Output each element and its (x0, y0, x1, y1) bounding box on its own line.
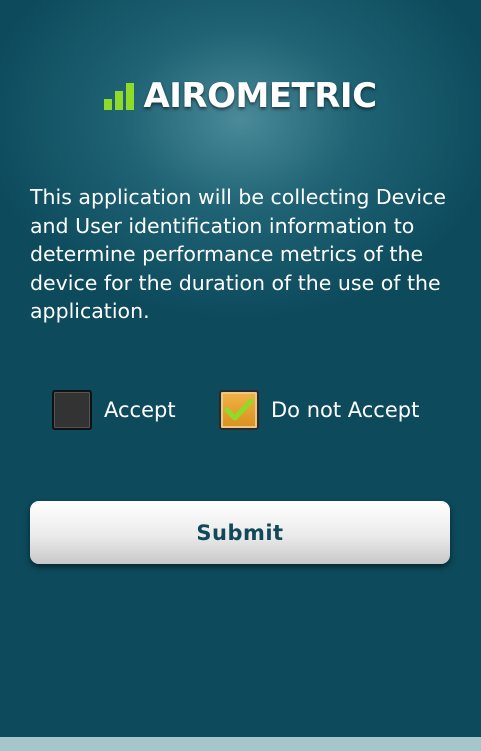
do-not-accept-label: Do not Accept (271, 398, 420, 422)
consent-message: This application will be collecting Devi… (30, 185, 446, 324)
app-title: AIROMETRIC (143, 76, 377, 116)
app-brand: AIROMETRIC (0, 76, 481, 116)
do-not-accept-option[interactable]: Do not Accept (219, 390, 419, 430)
signal-bars-icon (104, 82, 135, 110)
accept-checkbox[interactable] (52, 390, 92, 430)
bottom-bar (0, 737, 481, 751)
accept-option[interactable]: Accept (52, 390, 176, 430)
do-not-accept-checkbox[interactable] (219, 390, 259, 430)
checkmark-icon (224, 398, 254, 421)
accept-label: Accept (104, 398, 176, 422)
submit-button[interactable]: Submit (30, 501, 450, 564)
